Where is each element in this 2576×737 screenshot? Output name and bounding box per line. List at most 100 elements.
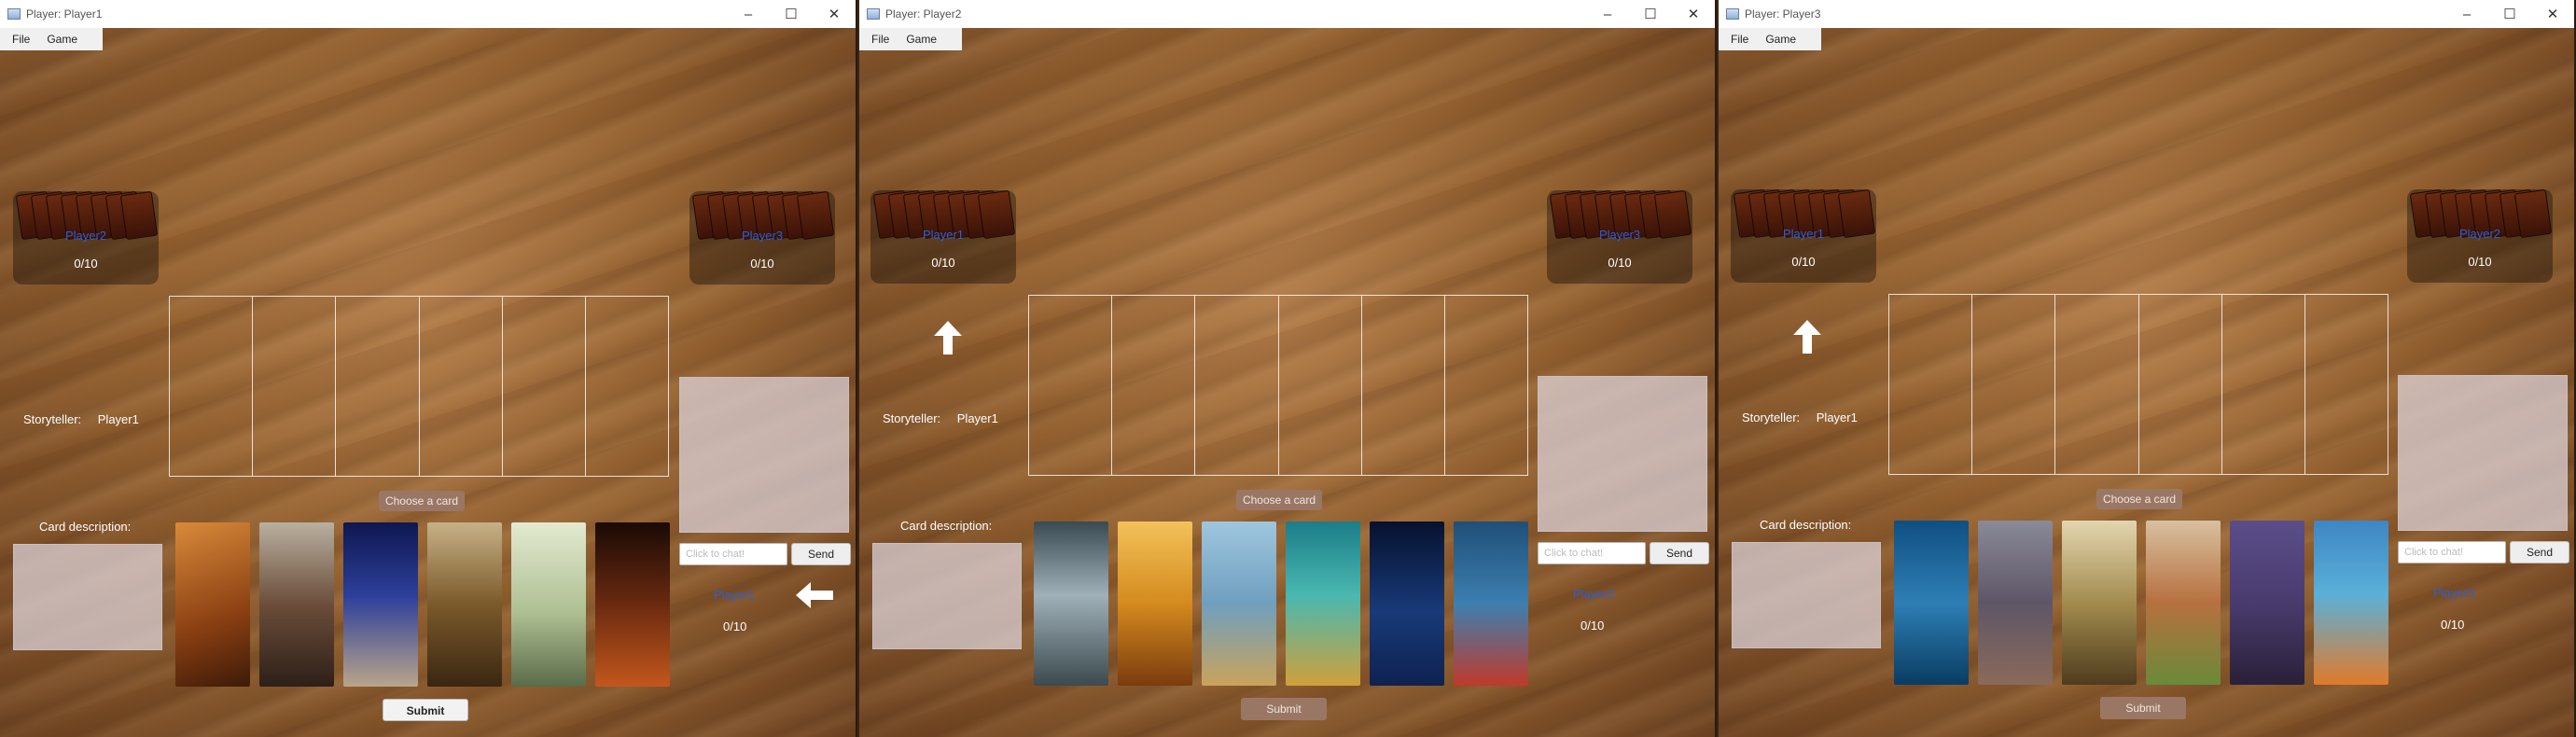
minimize-icon[interactable]: – [1586, 7, 1629, 22]
hand-card[interactable] [1202, 521, 1276, 686]
hand-card[interactable] [1286, 521, 1360, 686]
maximize-icon[interactable]: ☐ [770, 6, 813, 22]
storyteller-label: Storyteller: [1742, 410, 1801, 424]
menu-file[interactable]: File [1719, 33, 1757, 46]
maximize-icon[interactable]: ☐ [1629, 6, 1672, 22]
opponent-deck-left: Player2 0/10 [13, 190, 159, 285]
maximize-icon[interactable]: ☐ [2488, 6, 2531, 22]
submit-button[interactable]: Submit [2100, 697, 2186, 719]
table-slot[interactable] [2055, 295, 2139, 474]
chat-input[interactable]: Click to chat! [679, 543, 787, 565]
table-slot[interactable] [1362, 296, 1445, 475]
hand-card[interactable] [1894, 521, 1969, 685]
window-player1: Player: Player1 – ☐ ✕ File Game Player2 … [0, 0, 857, 737]
menu-file[interactable]: File [859, 33, 898, 46]
title-bar[interactable]: Player: Player1 – ☐ ✕ [0, 0, 856, 28]
table-slot[interactable] [1445, 296, 1527, 475]
opponent-name: Player1 [1782, 227, 1825, 241]
submit-button[interactable]: Submit [383, 699, 468, 721]
hand-card[interactable] [175, 522, 250, 687]
storyteller-label: Storyteller: [23, 412, 82, 426]
opponent-name: Player3 [1598, 228, 1641, 242]
title-bar[interactable]: Player: Player2 – ☐ ✕ [859, 0, 1715, 28]
player-hand [1894, 521, 2388, 685]
table-slot[interactable] [1972, 295, 2056, 474]
send-button[interactable]: Send [791, 543, 851, 565]
turn-arrow-left-icon [796, 582, 833, 608]
hand-card[interactable] [259, 522, 334, 687]
selected-card-preview [1538, 376, 1707, 532]
storyteller-value: Player1 [956, 411, 998, 425]
close-icon[interactable]: ✕ [813, 6, 856, 22]
storyteller-value: Player1 [1816, 410, 1858, 424]
send-button[interactable]: Send [1650, 542, 1709, 564]
table-slot[interactable] [1279, 296, 1362, 475]
table-slot[interactable] [1889, 295, 1973, 474]
hand-card[interactable] [2062, 521, 2137, 685]
send-button[interactable]: Send [2510, 541, 2569, 563]
choose-card-button[interactable]: Choose a card [379, 491, 465, 511]
title-bar[interactable]: Player: Player3 – ☐ ✕ [1719, 0, 2574, 28]
table-slot[interactable] [253, 297, 337, 476]
choose-card-button[interactable]: Choose a card [2096, 489, 2182, 509]
table-slot[interactable] [420, 297, 503, 476]
window-title: Player: Player1 [26, 7, 103, 21]
chat-input[interactable]: Click to chat! [1538, 542, 1646, 564]
card-description-box[interactable] [13, 544, 162, 650]
chat-input[interactable]: Click to chat! [2398, 541, 2506, 563]
table-slot[interactable] [1195, 296, 1279, 475]
menu-bar: File Game [1719, 28, 1821, 50]
hand-card[interactable] [2314, 521, 2388, 685]
table-slot[interactable] [2305, 295, 2388, 474]
menu-game[interactable]: Game [1757, 33, 1804, 46]
table-card-slots [1888, 294, 2388, 475]
hand-card[interactable] [1370, 521, 1444, 686]
card-description-label: Card description: [39, 520, 132, 534]
opponent-score: 0/10 [2468, 255, 2492, 269]
submit-button[interactable]: Submit [1241, 698, 1327, 720]
table-slot[interactable] [2139, 295, 2222, 474]
opponent-score: 0/10 [1608, 256, 1632, 270]
storyteller-row: Storyteller: Player1 [883, 411, 998, 425]
opponent-deck-right: Player3 0/10 [689, 190, 835, 285]
opponent-deck-right: Player2 0/10 [2407, 188, 2553, 283]
hand-card[interactable] [2146, 521, 2221, 685]
table-slot[interactable] [503, 297, 586, 476]
hand-card[interactable] [1034, 521, 1108, 686]
hand-card[interactable] [595, 522, 670, 687]
menu-game[interactable]: Game [898, 33, 945, 46]
hand-card[interactable] [427, 522, 502, 687]
selected-card-preview [679, 377, 849, 533]
table-slot[interactable] [170, 297, 254, 476]
hand-card[interactable] [511, 522, 586, 687]
card-description-box[interactable] [872, 543, 1022, 649]
table-slot[interactable] [1112, 296, 1196, 475]
menu-file[interactable]: File [0, 33, 38, 46]
window-title: Player: Player3 [1745, 7, 1821, 21]
hand-card[interactable] [2230, 521, 2304, 685]
self-player-name: Player1 [714, 588, 756, 602]
table-slot[interactable] [336, 297, 420, 476]
table-slot[interactable] [1029, 296, 1113, 475]
opponent-score: 0/10 [74, 257, 98, 271]
window-title: Player: Player2 [885, 7, 962, 21]
storyteller-row: Storyteller: Player1 [23, 412, 139, 426]
selected-card-preview [2398, 375, 2568, 531]
menu-bar: File Game [859, 28, 962, 50]
choose-card-button[interactable]: Choose a card [1236, 490, 1322, 510]
card-description-label: Card description: [1760, 518, 1852, 532]
menu-game[interactable]: Game [38, 33, 86, 46]
hand-card[interactable] [1118, 521, 1192, 686]
hand-card[interactable] [1454, 521, 1528, 686]
card-description-box[interactable] [1732, 542, 1881, 648]
table-slot[interactable] [586, 297, 668, 476]
minimize-icon[interactable]: – [2445, 7, 2488, 22]
table-slot[interactable] [2222, 295, 2305, 474]
close-icon[interactable]: ✕ [2531, 6, 2574, 22]
opponent-name: Player2 [2458, 227, 2501, 241]
hand-card[interactable] [343, 522, 418, 687]
hand-card[interactable] [1978, 521, 2053, 685]
minimize-icon[interactable]: – [727, 7, 770, 22]
close-icon[interactable]: ✕ [1672, 6, 1715, 22]
storyteller-label: Storyteller: [883, 411, 941, 425]
